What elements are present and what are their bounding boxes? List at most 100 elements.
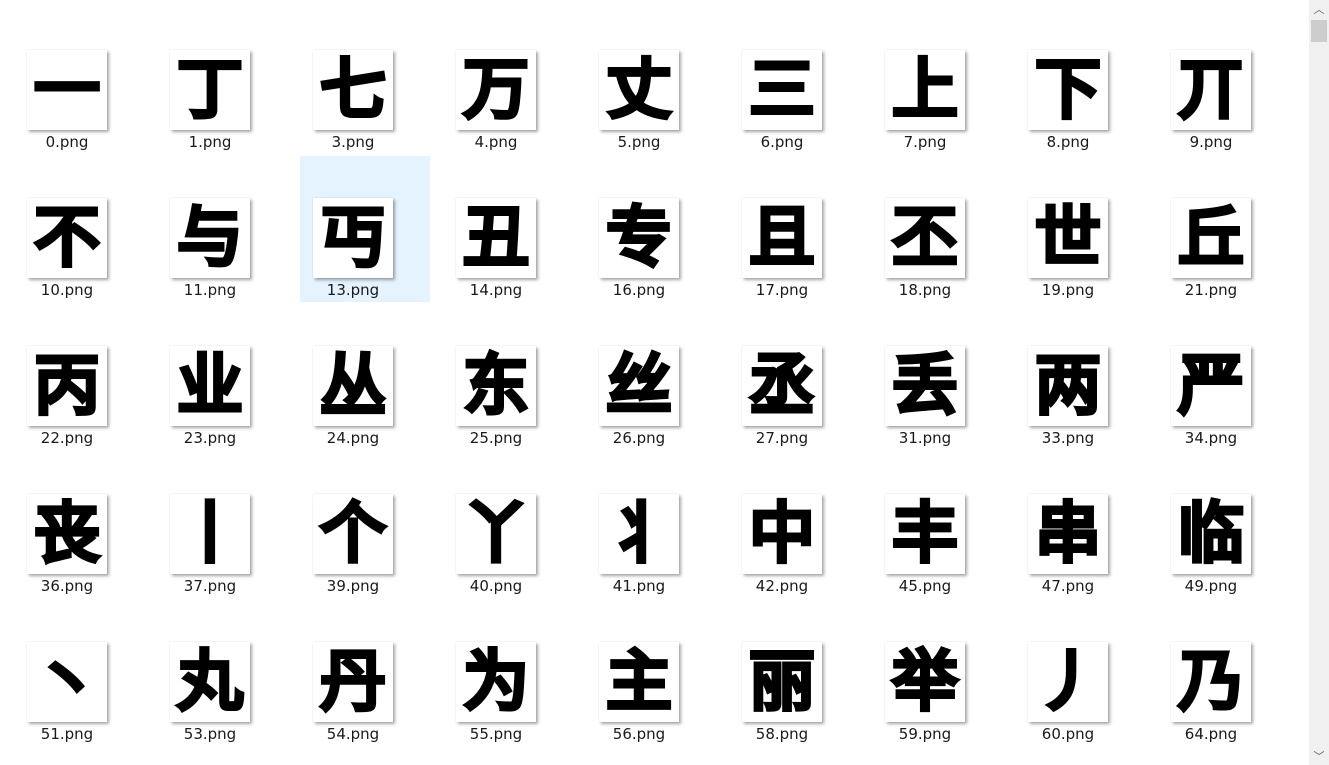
file-item[interactable]: 专 16.png xyxy=(586,156,716,302)
file-item[interactable]: 临 49.png xyxy=(1158,452,1288,598)
file-item[interactable]: 丬 41.png xyxy=(586,452,716,598)
file-item[interactable]: 丙 22.png xyxy=(14,304,144,450)
file-thumbnail[interactable]: 举 xyxy=(885,642,965,722)
file-item[interactable]: 丞 27.png xyxy=(729,304,859,450)
file-thumbnail[interactable]: 中 xyxy=(742,494,822,574)
file-thumbnail[interactable]: 严 xyxy=(1171,346,1251,426)
file-item[interactable]: 丕 18.png xyxy=(872,156,1002,302)
file-item[interactable]: 个 39.png xyxy=(300,452,430,598)
file-thumbnail[interactable]: 丑 xyxy=(456,198,536,278)
file-name[interactable]: 53.png xyxy=(157,725,263,743)
file-item[interactable]: 不 10.png xyxy=(14,156,144,302)
file-name[interactable]: 39.png xyxy=(300,577,406,595)
file-thumbnail[interactable]: 万 xyxy=(456,50,536,130)
file-name[interactable]: 49.png xyxy=(1158,577,1264,595)
file-thumbnail[interactable]: 上 xyxy=(885,50,965,130)
file-name[interactable]: 16.png xyxy=(586,281,692,299)
file-name[interactable]: 14.png xyxy=(443,281,549,299)
file-thumbnail[interactable]: 丁 xyxy=(170,50,250,130)
file-name[interactable]: 56.png xyxy=(586,725,692,743)
file-name[interactable]: 64.png xyxy=(1158,725,1264,743)
scrollbar-thumb[interactable] xyxy=(1311,20,1327,42)
file-item[interactable]: 中 42.png xyxy=(729,452,859,598)
file-name[interactable]: 5.png xyxy=(586,133,692,151)
file-name[interactable]: 4.png xyxy=(443,133,549,151)
file-name[interactable]: 22.png xyxy=(14,429,120,447)
file-item[interactable]: 与 11.png xyxy=(157,156,287,302)
file-item[interactable]: 一 0.png xyxy=(14,8,144,154)
file-name[interactable]: 41.png xyxy=(586,577,692,595)
file-item[interactable]: 丽 58.png xyxy=(729,600,859,746)
file-thumbnail[interactable]: 且 xyxy=(742,198,822,278)
file-thumbnail[interactable]: 七 xyxy=(313,50,393,130)
chevron-up-icon[interactable]: ︿ xyxy=(1309,0,1329,18)
file-thumbnail[interactable]: 个 xyxy=(313,494,393,574)
file-item[interactable]: 东 25.png xyxy=(443,304,573,450)
file-item[interactable]: 业 23.png xyxy=(157,304,287,450)
file-item[interactable]: 主 56.png xyxy=(586,600,716,746)
file-item[interactable]: 丑 14.png xyxy=(443,156,573,302)
file-item[interactable]: 且 17.png xyxy=(729,156,859,302)
file-thumbnail[interactable]: 丰 xyxy=(885,494,965,574)
file-name[interactable]: 18.png xyxy=(872,281,978,299)
file-item[interactable]: 为 55.png xyxy=(443,600,573,746)
file-item[interactable]: 丁 1.png xyxy=(157,8,287,154)
file-thumbnail[interactable]: 丞 xyxy=(742,346,822,426)
file-name[interactable]: 0.png xyxy=(14,133,120,151)
file-thumbnail[interactable]: 丨 xyxy=(170,494,250,574)
file-thumbnail[interactable]: 世 xyxy=(1028,198,1108,278)
file-thumbnail[interactable]: 专 xyxy=(599,198,679,278)
file-thumbnail[interactable]: 丈 xyxy=(599,50,679,130)
file-name[interactable]: 36.png xyxy=(14,577,120,595)
file-item[interactable]: 七 3.png xyxy=(300,8,430,154)
file-thumbnail[interactable]: 乃 xyxy=(1171,642,1251,722)
file-thumbnail[interactable]: 一 xyxy=(27,50,107,130)
file-item[interactable]: 丧 36.png xyxy=(14,452,144,598)
file-thumbnail[interactable]: 丬 xyxy=(599,494,679,574)
file-thumbnail[interactable]: 丌 xyxy=(1171,50,1251,130)
file-name[interactable]: 8.png xyxy=(1015,133,1121,151)
file-name[interactable]: 10.png xyxy=(14,281,120,299)
file-name[interactable]: 33.png xyxy=(1015,429,1121,447)
file-item[interactable]: 丶 51.png xyxy=(14,600,144,746)
file-name[interactable]: 40.png xyxy=(443,577,549,595)
file-item[interactable]: 万 4.png xyxy=(443,8,573,154)
file-thumbnail[interactable]: 与 xyxy=(170,198,250,278)
file-name[interactable]: 31.png xyxy=(872,429,978,447)
file-name[interactable]: 11.png xyxy=(157,281,263,299)
file-name[interactable]: 54.png xyxy=(300,725,406,743)
file-thumbnail[interactable]: 丽 xyxy=(742,642,822,722)
file-name[interactable]: 34.png xyxy=(1158,429,1264,447)
file-name[interactable]: 13.png xyxy=(300,281,406,299)
file-name[interactable]: 45.png xyxy=(872,577,978,595)
file-item[interactable]: 丿 60.png xyxy=(1015,600,1145,746)
file-item[interactable]: 丌 9.png xyxy=(1158,8,1288,154)
file-item[interactable]: 乃 64.png xyxy=(1158,600,1288,746)
file-thumbnail[interactable]: 丏 xyxy=(313,198,393,278)
file-thumbnail[interactable]: 丝 xyxy=(599,346,679,426)
file-thumbnail[interactable]: 丸 xyxy=(170,642,250,722)
file-thumbnail[interactable]: 东 xyxy=(456,346,536,426)
file-item[interactable]: 丝 26.png xyxy=(586,304,716,450)
chevron-down-icon[interactable]: ﹀ xyxy=(1309,747,1329,765)
file-item[interactable]: 下 8.png xyxy=(1015,8,1145,154)
file-name[interactable]: 26.png xyxy=(586,429,692,447)
file-thumbnail[interactable]: 丙 xyxy=(27,346,107,426)
file-name[interactable]: 21.png xyxy=(1158,281,1264,299)
file-thumbnail[interactable]: 不 xyxy=(27,198,107,278)
file-item[interactable]: 严 34.png xyxy=(1158,304,1288,450)
file-item[interactable]: 丸 53.png xyxy=(157,600,287,746)
file-thumbnail[interactable]: 三 xyxy=(742,50,822,130)
file-name[interactable]: 23.png xyxy=(157,429,263,447)
vertical-scrollbar[interactable]: ︿ ﹀ xyxy=(1309,0,1329,765)
file-thumbnail[interactable]: 丛 xyxy=(313,346,393,426)
file-item[interactable]: 丈 5.png xyxy=(586,8,716,154)
file-item[interactable]: 两 33.png xyxy=(1015,304,1145,450)
file-thumbnail[interactable]: 丫 xyxy=(456,494,536,574)
file-thumbnail[interactable]: 丕 xyxy=(885,198,965,278)
file-name[interactable]: 59.png xyxy=(872,725,978,743)
file-item[interactable]: 丘 21.png xyxy=(1158,156,1288,302)
file-item[interactable]: 丢 31.png xyxy=(872,304,1002,450)
file-thumbnail[interactable]: 下 xyxy=(1028,50,1108,130)
file-name[interactable]: 55.png xyxy=(443,725,549,743)
